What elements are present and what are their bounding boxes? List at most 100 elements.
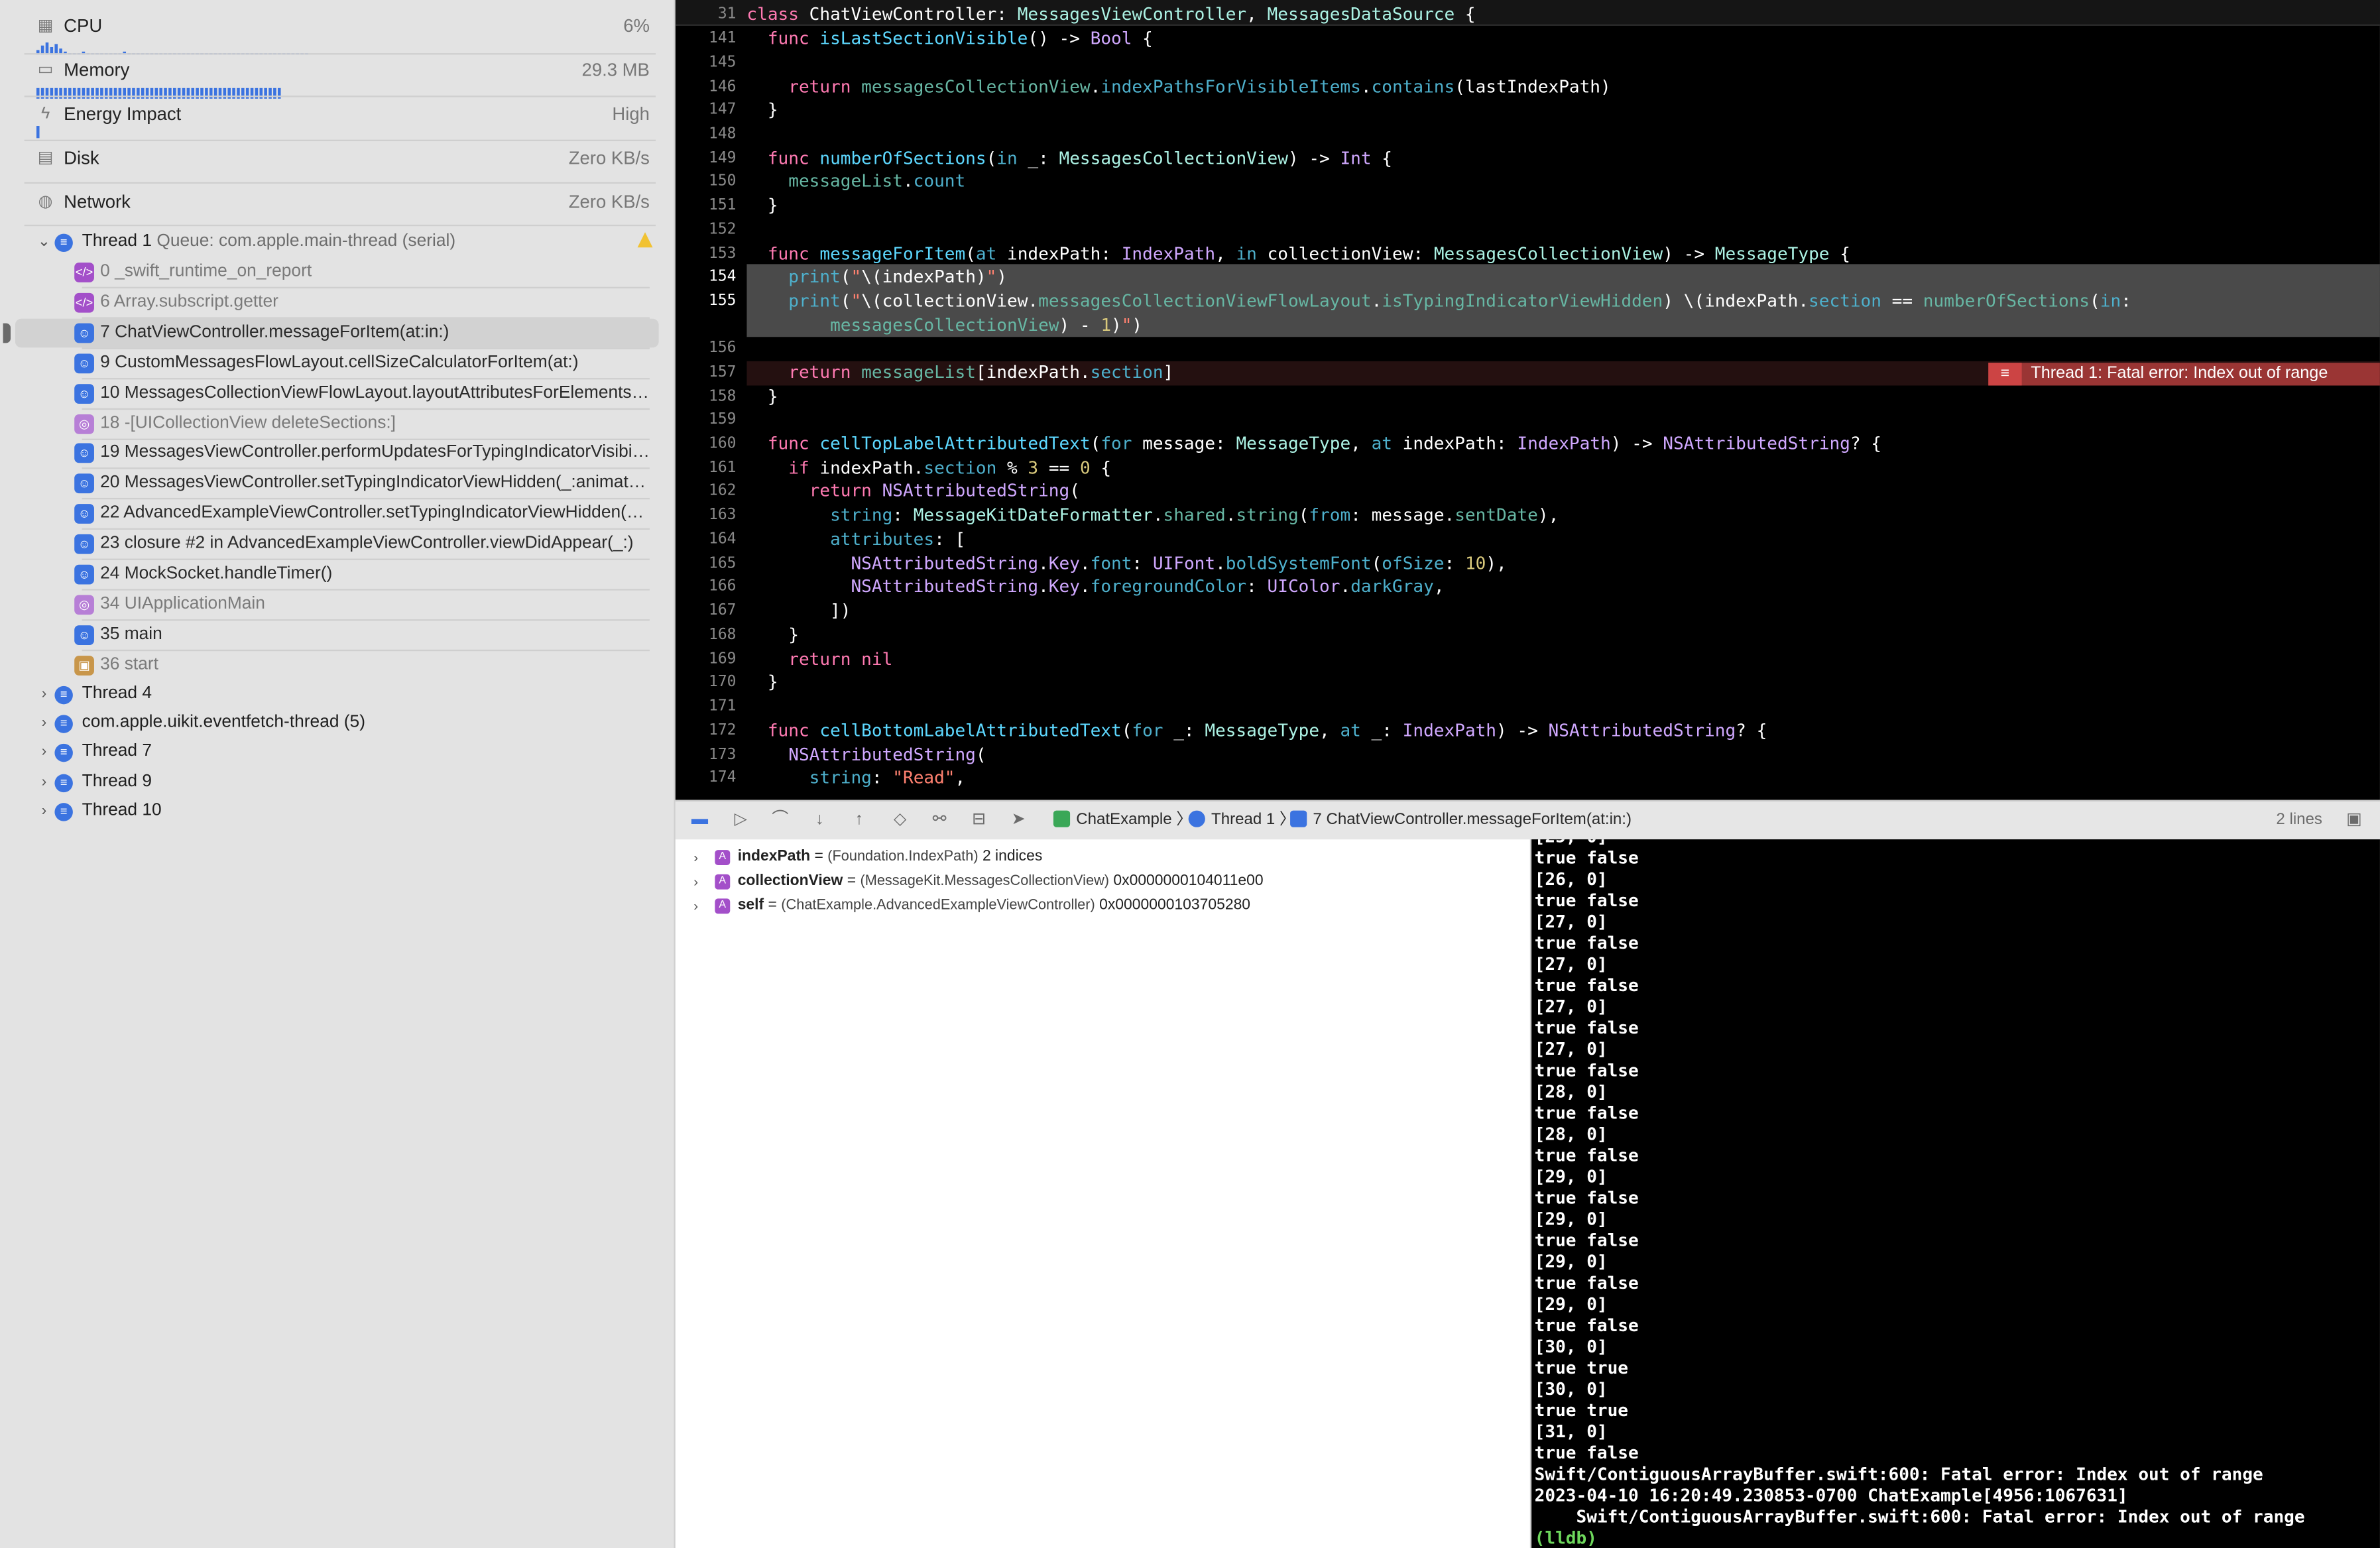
stack-frame-row[interactable]: ▣ 36 start [0,650,674,680]
code-line[interactable]: } [746,671,778,695]
code-line[interactable]: print("\(collectionView.messagesCollecti… [746,289,2131,313]
code-line[interactable]: messagesCollectionView) - 1)") [746,314,1142,337]
code-line[interactable]: attributes: [ [746,528,965,552]
chevron-down-icon[interactable]: ⌄ [36,227,52,257]
stack-frame-row[interactable]: ☺ 22 AdvancedExampleViewController.setTyp… [0,500,674,529]
disk-gauge[interactable]: ▤ Disk Zero KB/s [36,147,650,178]
stack-frame-row[interactable]: ☺ 19 MessagesViewController.performUpdate… [0,440,674,469]
line-number[interactable]: 169 [676,647,736,671]
disclosure-icon[interactable]: › [693,870,698,894]
line-number[interactable]: 171 [676,695,736,719]
line-number[interactable]: 145 [676,52,736,76]
line-number[interactable]: 162 [676,479,736,503]
code-line[interactable]: func messageForItem(at indexPath: IndexP… [746,242,1850,266]
view-hierarchy-icon[interactable]: ◇ [890,811,911,829]
code-line[interactable]: NSAttributedString( [746,743,986,767]
line-number[interactable]: 172 [676,719,736,743]
line-number[interactable]: 173 [676,743,736,767]
thread-row[interactable]: › ≡ Thread 9 [0,768,674,797]
line-number[interactable]: 158 [676,385,736,408]
stack-frame-row[interactable]: ☺ 10 MessagesCollectionViewFlowLayout.lay… [0,379,674,408]
code-line[interactable]: return messageList[indexPath.section] [746,361,1173,385]
line-number[interactable]: 164 [676,528,736,552]
line-number[interactable]: 148 [676,123,736,147]
line-number[interactable]: 156 [676,337,736,361]
code-line[interactable]: return messagesCollectionView.indexPaths… [746,75,1610,99]
line-number[interactable]: 152 [676,219,736,243]
error-annotation[interactable]: ≡ Thread 1: Fatal error: Index out of ra… [1988,363,2380,386]
line-number[interactable]: 170 [676,671,736,695]
line-number[interactable]: 154 [676,266,736,290]
line-number[interactable]: 150 [676,170,736,194]
stack-frame-row[interactable]: ☺ 35 main [0,621,674,650]
code-line[interactable]: messageList.count [746,170,965,194]
stack-frame-row[interactable]: </> 0 _swift_runtime_on_report [0,258,674,287]
code-line[interactable]: print("\(indexPath)") [746,266,1007,290]
line-number[interactable]: 141 [676,27,736,51]
line-number[interactable]: 153 [676,242,736,266]
code-line[interactable]: ]) [746,599,851,623]
panel-toggle-icon[interactable]: ▣ [2344,811,2365,829]
line-number[interactable]: 157 [676,361,736,385]
breadcrumb-app[interactable]: ChatExample 〉 [1053,802,1192,839]
line-number[interactable]: 147 [676,99,736,123]
line-number[interactable]: 174 [676,766,736,790]
thread-row[interactable]: › ≡ Thread 4 [0,680,674,709]
line-number[interactable]: 149 [676,147,736,170]
line-number[interactable]: 31 [676,3,737,27]
line-number[interactable]: 151 [676,194,736,218]
chevron-right-icon[interactable]: › [36,797,52,826]
memory-graph-icon[interactable]: ⚯ [929,811,950,829]
continue-icon[interactable]: ▷ [730,811,751,829]
code-line[interactable]: func numberOfSections(in _: MessagesColl… [746,147,1392,170]
step-out-icon[interactable]: ↑ [849,811,870,829]
line-number[interactable]: 160 [676,433,736,457]
warning-icon[interactable] [637,232,653,248]
source-editor[interactable]: 31 class ChatViewController: MessagesView… [675,0,2380,800]
line-number[interactable]: 155 [676,289,736,313]
code-line[interactable]: func isLastSectionVisible() -> Bool { [746,27,1153,51]
code-line[interactable]: func cellBottomLabelAttributedText(for _… [746,719,1767,743]
code-line[interactable]: } [746,385,778,408]
thread-row[interactable]: › ≡ Thread 10 [0,797,674,826]
line-number[interactable]: 146 [676,75,736,99]
stack-frame-row[interactable]: ☺ 9 CustomMessagesFlowLayout.cellSizeCalc… [0,349,674,378]
code-line[interactable]: return nil [746,647,892,671]
step-into-icon[interactable]: ↓ [809,811,830,829]
breadcrumb-frame[interactable]: 7 ChatViewController.messageForItem(at:i… [1290,802,1632,839]
disclosure-icon[interactable]: › [693,894,698,919]
stack-frame-row[interactable]: ◎ 18 -[UICollectionView deleteSections:] [0,409,674,438]
variables-view[interactable]: › AindexPath = (Foundation.IndexPath) 2 i… [675,839,1532,1548]
stack-frame-row[interactable]: ◎ 34 UIApplicationMain [0,590,674,619]
environment-overrides-icon[interactable]: ⊟ [969,811,990,829]
code-line[interactable]: } [746,99,778,123]
line-number[interactable]: 163 [676,504,736,528]
line-number[interactable]: 166 [676,575,736,599]
chevron-right-icon[interactable]: › [36,768,52,797]
code-line[interactable]: } [746,194,778,218]
code-line[interactable]: if indexPath.section % 3 == 0 { [746,456,1111,480]
code-line[interactable]: return NSAttributedString( [746,479,1080,503]
line-number[interactable]: 167 [676,599,736,623]
lldb-prompt[interactable]: (lldb) [1535,1527,1597,1548]
line-number[interactable] [676,314,737,337]
thread-1-row[interactable]: ⌄ ≡ Thread 1 Queue: com.apple.main-threa… [0,227,674,257]
disclosure-icon[interactable]: › [693,845,698,870]
stack-frame-row[interactable]: ☺ 24 MockSocket.handleTimer() [0,560,674,589]
code-line[interactable]: func cellTopLabelAttributedText(for mess… [746,433,1881,457]
location-icon[interactable]: ➤ [1008,811,1029,829]
step-over-icon[interactable]: ⌒ [770,811,791,829]
chevron-right-icon[interactable]: › [36,709,52,739]
breadcrumb-thread[interactable]: Thread 1 〉 [1188,802,1295,839]
code-line[interactable]: string: "Read", [746,766,966,790]
code-line[interactable]: class ChatViewController: MessagesViewCo… [746,3,1475,27]
stack-frame-row[interactable]: ☺ 23 closure #2 in AdvancedExampleViewCon… [0,530,674,559]
chevron-right-icon[interactable]: › [36,680,52,709]
line-number[interactable]: 161 [676,456,736,480]
code-line[interactable]: NSAttributedString.Key.font: UIFont.bold… [746,552,1506,575]
stack-frame-row[interactable]: </> 6 Array.subscript.getter [0,288,674,318]
code-line[interactable]: NSAttributedString.Key.foregroundColor: … [746,575,1444,599]
thread-row[interactable]: › ≡ com.apple.uikit.eventfetch-thread (5) [0,709,674,739]
chevron-right-icon[interactable]: › [36,739,52,768]
console[interactable]: [25, 0] true false[26, 0]true false[27, … [1531,839,2380,1548]
